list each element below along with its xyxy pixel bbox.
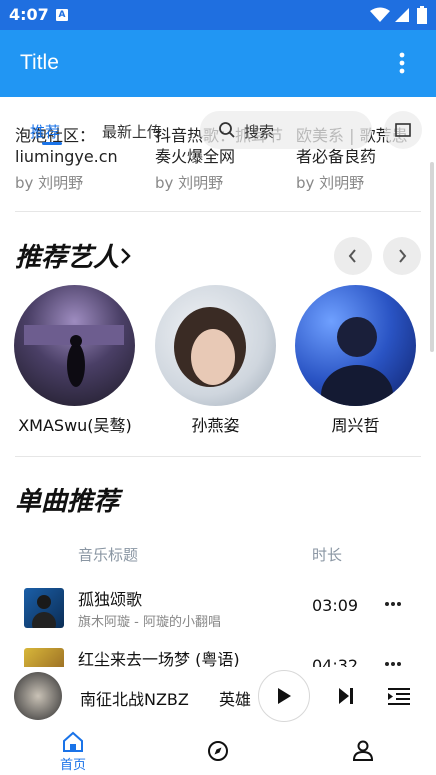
home-icon (63, 731, 83, 752)
song-cover (24, 588, 64, 628)
tab-indicator (42, 142, 62, 145)
artist-name: 周兴哲 (331, 416, 380, 435)
song-cover-art (32, 595, 56, 628)
app-title: Title (20, 51, 59, 74)
tab-latest[interactable]: 最新上传 (102, 121, 162, 142)
artists-section-title: 推荐艺人 (15, 243, 120, 273)
top-tabs: 推荐 最新上传 搜索 (0, 97, 436, 149)
wifi-icon (370, 7, 390, 22)
screen-button[interactable] (384, 111, 422, 149)
song-title: 红尘来去一场梦 (粤语) (78, 650, 240, 667)
artist-avatar[interactable] (155, 285, 276, 406)
more-horiz-icon[interactable] (384, 601, 402, 607)
mini-player[interactable]: 南征北战NZBZ 英雄 (0, 667, 436, 725)
compass-icon[interactable] (207, 740, 229, 762)
songs-header-duration: 时长 (312, 546, 343, 564)
scrollbar[interactable] (430, 162, 434, 352)
status-bar: 4:07 A (0, 0, 436, 30)
skip-next-icon[interactable] (336, 686, 356, 706)
artist-avatar[interactable] (295, 285, 416, 406)
content-scroll[interactable]: 泡泡社区：liumingye.cn by 刘明野 抖音热歌：抓耳节奏火爆全网 b… (0, 97, 436, 667)
notification-icon: A (56, 9, 68, 21)
song-cover (24, 648, 64, 667)
nav-home[interactable]: 首页 (50, 731, 96, 773)
signal-icon (395, 8, 409, 22)
artist-avatar[interactable] (14, 285, 135, 406)
player-cover (14, 672, 62, 720)
artist-photo (174, 307, 246, 387)
song-artist: 旗木阿璇 - 阿璇的小翻唱 (78, 615, 221, 630)
songs-header-title: 音乐标题 (78, 546, 139, 564)
battery-icon (417, 6, 427, 24)
play-button[interactable] (258, 670, 310, 722)
song-row[interactable]: 红尘来去一场梦 (粤语) 04:32 (0, 639, 436, 667)
chevron-right-icon[interactable] (119, 246, 133, 266)
search-label: 搜索 (244, 123, 275, 141)
playlist-author: by 刘明野 (15, 174, 84, 192)
search-icon (219, 122, 235, 138)
chevron-right-icon (399, 249, 407, 263)
artist-photo (24, 325, 124, 387)
artists-next-button[interactable] (383, 237, 421, 275)
song-row[interactable]: 孤独颂歌 旗木阿璇 - 阿璇的小翻唱 03:09 (0, 579, 436, 639)
player-title: 南征北战NZBZ (80, 690, 189, 709)
more-vert-icon[interactable] (392, 51, 412, 75)
song-duration: 04:32 (312, 656, 359, 667)
song-title: 孤独颂歌 (78, 590, 143, 609)
tab-recommend[interactable]: 推荐 (30, 121, 60, 142)
playlist-icon[interactable] (388, 686, 410, 706)
app-bar: Title (0, 30, 436, 97)
status-time: 4:07 (9, 5, 49, 24)
divider (15, 211, 421, 212)
play-icon (278, 688, 291, 704)
bottom-nav: 首页 (0, 725, 436, 775)
artist-photo (321, 317, 393, 406)
chevron-left-icon (348, 249, 356, 263)
nav-home-label: 首页 (59, 758, 86, 773)
search-box[interactable]: 搜索 (200, 111, 372, 149)
playlist-author: by 刘明野 (296, 174, 365, 192)
playlist-author: by 刘明野 (155, 174, 224, 192)
song-duration: 03:09 (312, 596, 359, 615)
person-icon[interactable] (352, 739, 374, 761)
screen-icon (395, 123, 411, 137)
player-artist: 英雄 (219, 690, 252, 709)
artist-name: XMASwu(吴骜) (18, 416, 132, 435)
songs-section-title: 单曲推荐 (15, 487, 120, 517)
artist-name: 孙燕姿 (191, 416, 240, 435)
artists-prev-button[interactable] (334, 237, 372, 275)
divider (15, 456, 421, 457)
